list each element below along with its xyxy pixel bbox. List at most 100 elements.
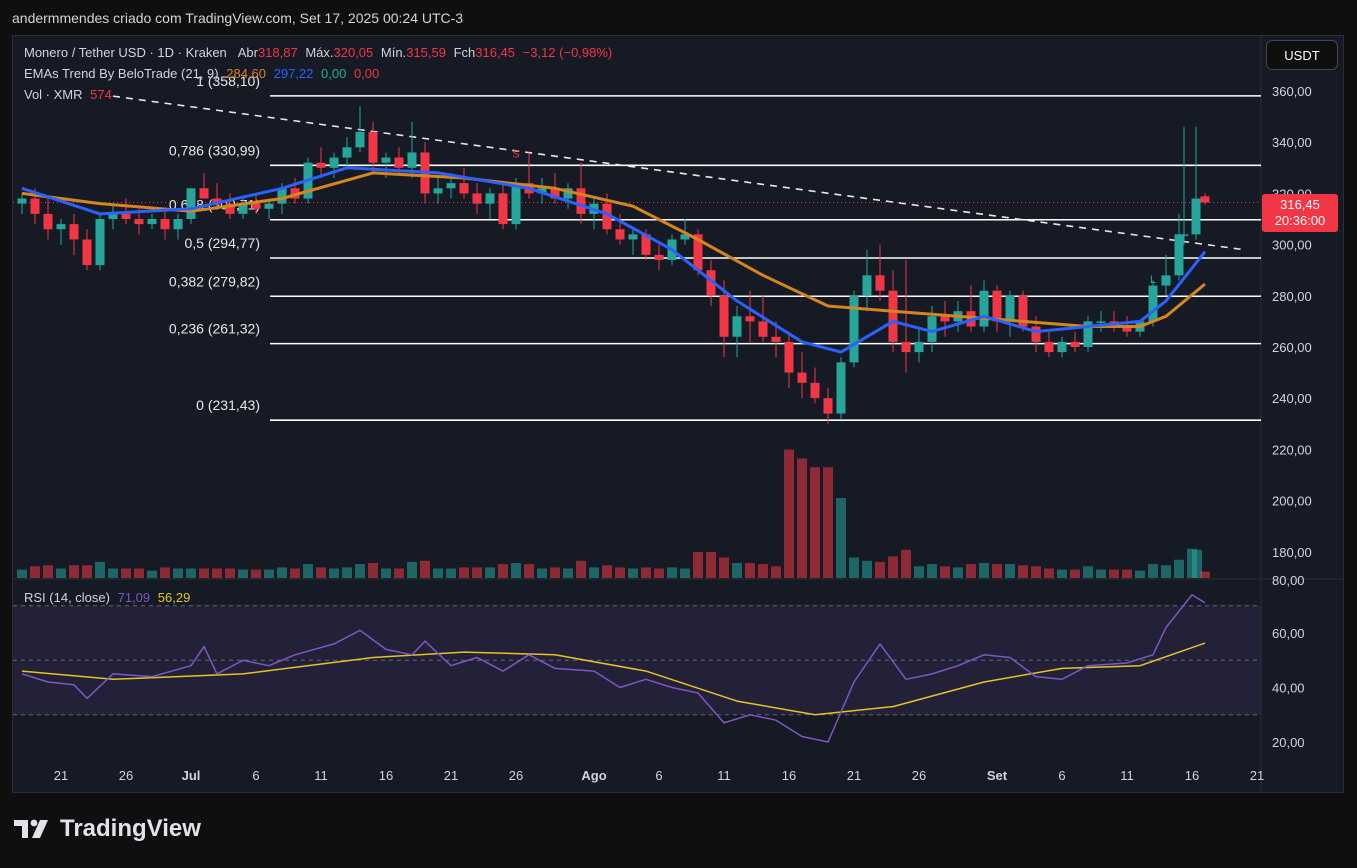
legend-close-label: Fch: [453, 45, 476, 60]
volume-bar: [511, 563, 521, 578]
volume-bar: [1161, 565, 1171, 578]
time-axis-tick: 21: [444, 768, 458, 783]
volume-bar: [875, 561, 885, 578]
candle-body: [277, 188, 287, 204]
legend-ema-row[interactable]: EMAs Trend By BeloTrade (21, 9) 284,60 2…: [24, 66, 383, 81]
signal-marker: S: [512, 149, 519, 161]
time-axis-tick: 21: [54, 768, 68, 783]
volume-bar: [251, 569, 261, 578]
time-axis-tick: 21: [847, 768, 861, 783]
volume-bar: [641, 567, 651, 578]
last-price-tag: 316,45 20:36:00: [1262, 194, 1338, 232]
chart-svg[interactable]: 1 (358,10)0,786 (330,99)0,618 (309,71)0,…: [0, 0, 1357, 868]
volume-bars: [17, 449, 1210, 578]
legend-rsi-row[interactable]: RSI (14, close) 71,09 56,29: [24, 590, 194, 605]
candle-body: [485, 193, 495, 204]
volume-bar: [459, 567, 469, 578]
fib-level-label: 0,382 (279,82): [169, 273, 260, 289]
candle-body: [1096, 321, 1106, 323]
signal-marker: L: [1150, 274, 1156, 286]
candle-body: [251, 203, 261, 209]
candle-body: [381, 157, 391, 163]
volume-bar: [381, 568, 391, 578]
volume-bar: [355, 564, 365, 578]
legend-vol-name: Vol · XMR: [24, 87, 83, 102]
candle-body: [654, 254, 664, 260]
volume-bar: [888, 556, 898, 578]
candle-body: [69, 224, 79, 240]
price-axis-tick: 340,00: [1272, 135, 1312, 150]
legend-vol-value: 574: [90, 87, 112, 102]
candle-body: [615, 229, 625, 240]
legend-symbol[interactable]: Monero / Tether USD · 1D · Kraken: [24, 45, 227, 60]
candle-body: [1044, 341, 1054, 353]
volume-bar: [95, 561, 105, 578]
price-axis-tick: 180,00: [1272, 545, 1312, 560]
rsi-axis-tick: 60,00: [1272, 626, 1305, 641]
time-axis-tick: 26: [509, 768, 523, 783]
tradingview-logo[interactable]: TradingView: [14, 815, 201, 843]
volume-bar: [901, 549, 911, 578]
volume-bar: [706, 552, 716, 578]
time-axis-tick: 26: [912, 768, 926, 783]
time-axis-tick: 16: [1185, 768, 1199, 783]
legend-ema-v4: 0,00: [353, 66, 380, 81]
candle-body: [888, 290, 898, 342]
candle-body: [719, 295, 729, 337]
volume-bar: [550, 567, 560, 578]
volume-bar: [160, 567, 170, 578]
legend-ema-v2: 297,22: [273, 66, 314, 81]
time-axis-tick: 11: [314, 768, 328, 783]
time-axis-tick: Jul: [182, 768, 201, 783]
volume-bar: [56, 568, 66, 578]
candle-body: [1179, 234, 1189, 236]
candle-body: [82, 239, 92, 266]
candle-body: [173, 219, 183, 230]
candle-body: [498, 193, 508, 225]
volume-bar: [69, 565, 79, 578]
volume-bar: [108, 568, 118, 578]
price-axis-tick: 240,00: [1272, 391, 1312, 406]
volume-bar: [732, 563, 742, 578]
volume-bar: [667, 567, 677, 578]
volume-bar: [368, 563, 378, 578]
volume-bar: [225, 568, 235, 578]
volume-bar: [810, 467, 820, 578]
time-axis-tick: Ago: [581, 768, 606, 783]
volume-bar: [602, 565, 612, 578]
volume-bar: [17, 569, 27, 578]
candle-body: [784, 341, 794, 373]
legend-volume-row[interactable]: Vol · XMR 574: [24, 87, 116, 102]
time-axis-tick: 11: [717, 768, 731, 783]
volume-bar: [173, 568, 183, 578]
candle-body: [472, 193, 482, 204]
legend-close: 316,45: [475, 45, 516, 60]
volume-bar: [407, 561, 417, 578]
legend-ema-name: EMAs Trend By BeloTrade (21, 9): [24, 66, 219, 81]
volume-bar: [277, 567, 287, 578]
candle-body: [30, 198, 40, 214]
volume-bar: [654, 568, 664, 578]
volume-bar: [329, 568, 339, 578]
candle-body: [771, 336, 781, 342]
currency-button[interactable]: USDT: [1266, 40, 1338, 70]
candle-body: [342, 147, 352, 158]
volume-bar: [615, 567, 625, 578]
volume-bar: [212, 568, 222, 578]
volume-bar: [693, 552, 703, 578]
volume-bar: [966, 564, 976, 578]
volume-bar: [563, 568, 573, 578]
candle-body: [1148, 285, 1158, 322]
time-axis-tick: 16: [782, 768, 796, 783]
volume-bar: [758, 564, 768, 578]
time-axis-tick: 26: [119, 768, 133, 783]
candle-body: [147, 219, 157, 225]
tradingview-logo-text: TradingView: [60, 815, 201, 842]
legend-change: −3,12 (−0,98%): [522, 45, 613, 60]
time-axis-tick: Set: [987, 768, 1008, 783]
volume-bar: [953, 567, 963, 578]
volume-bar: [979, 563, 989, 578]
volume-bar: [940, 566, 950, 578]
fib-level-label: 0,786 (330,99): [169, 142, 260, 158]
volume-bar: [394, 568, 404, 578]
